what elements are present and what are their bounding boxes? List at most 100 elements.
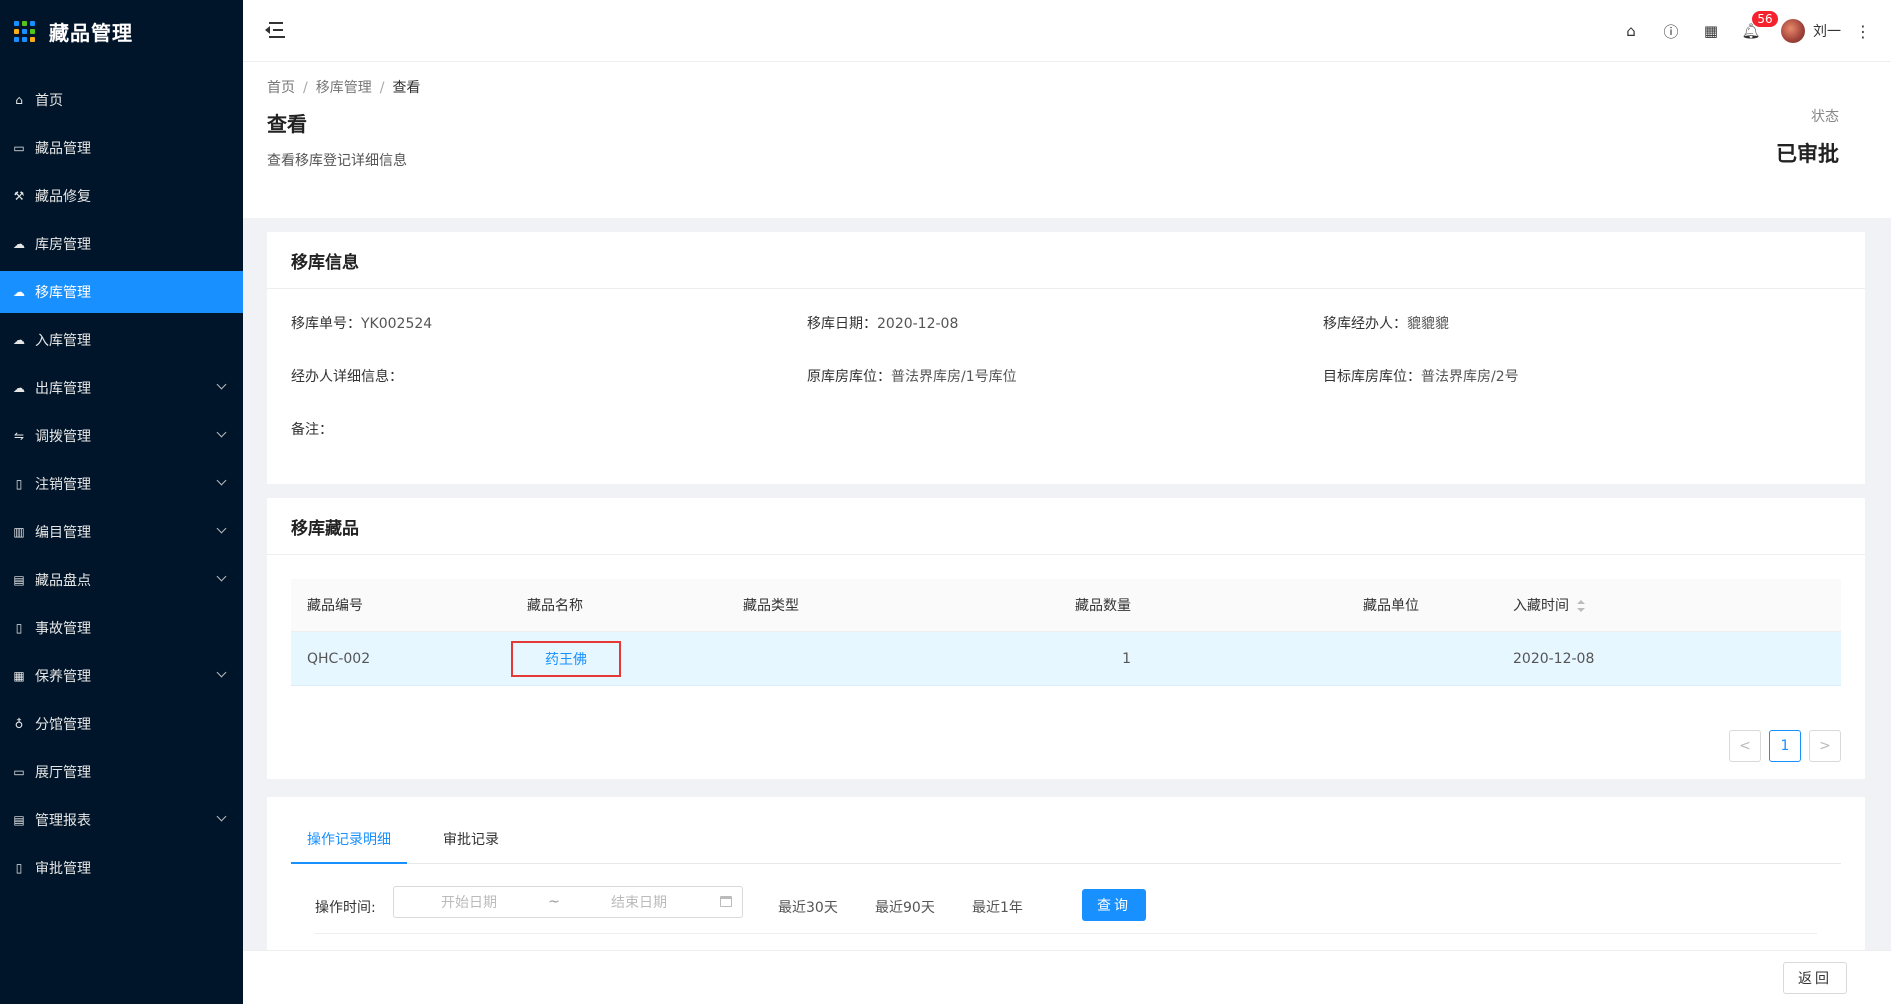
apps-grid-icon [14, 20, 35, 42]
report-icon: ▤ [13, 813, 25, 827]
col-quantity: 藏品数量 [1075, 598, 1131, 614]
menu-fold-icon[interactable] [265, 22, 285, 38]
back-button[interactable]: 返回 [1783, 962, 1847, 994]
page-title: 查看 [267, 112, 307, 136]
chevron-down-icon[interactable] [216, 571, 227, 582]
sidebar-item-label: 分馆管理 [35, 717, 91, 733]
table-header: 藏品编号 藏品名称 藏品类型 藏品数量 藏品单位 入藏时间 [291, 579, 1841, 632]
sidebar-item-1[interactable]: ▭ 藏品管理 [0, 127, 243, 169]
quick-1-year[interactable]: 最近1年 [972, 897, 1023, 917]
transfer-info-card: 移库信息 移库单号：YK002524 移库日期：2020-12-08 移库经办人：貔… [267, 232, 1865, 484]
range-separator: ~ [548, 894, 560, 910]
quick-90-days[interactable]: 最近90天 [875, 897, 935, 917]
end-date-input[interactable]: 结束日期 [564, 892, 714, 912]
sidebar-item-0[interactable]: ⌂ 首页 [0, 79, 243, 121]
breadcrumb-transfer[interactable]: 移库管理 [316, 80, 372, 96]
chevron-down-icon[interactable] [216, 811, 227, 822]
info-field-3: 经办人详细信息： [291, 366, 807, 389]
apps-icon[interactable]: ▦ [1691, 0, 1731, 62]
sidebar-item-label: 编目管理 [35, 525, 91, 541]
breadcrumb-current: 查看 [392, 80, 421, 96]
info-field-label: 移库日期： [807, 316, 877, 332]
bell-icon[interactable]: 🔔︎ 56 [1731, 0, 1779, 62]
cell-quantity: 1 [1122, 650, 1131, 667]
info-field-label: 目标库房库位： [1323, 369, 1421, 385]
sidebar-menu: ⌂ 首页 ▭ 藏品管理 ⚒ 藏品修复 ☁ 库房管理 ☁ 移库管理 ☁ 入库管理 ☁ 出库管理 ⇋ 调拨管理 ▯ 注… [0, 79, 243, 889]
user-menu[interactable]: 刘一 ⋮ [1781, 19, 1871, 43]
home-icon[interactable]: ⌂ [1611, 0, 1651, 62]
cluster-icon: ♁ [14, 717, 24, 731]
start-date-input[interactable]: 开始日期 [394, 892, 544, 912]
sidebar-item-label: 藏品修复 [35, 189, 91, 205]
sidebar-item-5[interactable]: ☁ 入库管理 [0, 319, 243, 361]
records-tabs: 操作记录明细 审批记录 [291, 817, 1841, 864]
sidebar-item-label: 注销管理 [35, 477, 91, 493]
cloud-icon: ☁ [13, 237, 25, 251]
calendar-icon[interactable] [720, 896, 732, 907]
info-field-value: 普法界库房/1号库位 [891, 369, 1017, 385]
help-icon[interactable]: ⓘ [1651, 0, 1691, 62]
sidebar-item-12[interactable]: ▦ 保养管理 [0, 655, 243, 697]
page-1-button[interactable]: 1 [1769, 730, 1801, 762]
bank-icon: ▦ [13, 669, 25, 683]
calendar-icon: ▭ [13, 141, 25, 155]
chevron-down-icon[interactable] [216, 667, 227, 678]
col-date-label: 入藏时间 [1513, 598, 1569, 614]
logo[interactable]: 藏品管理 [0, 0, 243, 62]
sidebar-item-14[interactable]: ▭ 展厅管理 [0, 751, 243, 793]
cloud-icon: ☁ [13, 285, 25, 299]
sidebar-item-label: 出库管理 [35, 381, 91, 397]
sidebar-item-13[interactable]: ♁ 分馆管理 [0, 703, 243, 745]
sidebar-item-9[interactable]: ▥ 编目管理 [0, 511, 243, 553]
chevron-down-icon[interactable] [216, 523, 227, 534]
query-button[interactable]: 查询 [1082, 889, 1146, 921]
chevron-down-icon[interactable] [216, 475, 227, 486]
col-type: 藏品类型 [743, 598, 799, 614]
date-range-picker[interactable]: 开始日期 ~ 结束日期 [393, 886, 743, 918]
file-icon: ▯ [15, 477, 23, 491]
sidebar-item-11[interactable]: ▯ 事故管理 [0, 607, 243, 649]
page-description: 查看移库登记详细信息 [267, 153, 407, 169]
sidebar-item-3[interactable]: ☁ 库房管理 [0, 223, 243, 265]
avatar [1781, 19, 1805, 43]
sidebar-item-16[interactable]: ▯ 审批管理 [0, 847, 243, 889]
sidebar-item-label: 调拨管理 [35, 429, 91, 445]
sidebar-item-7[interactable]: ⇋ 调拨管理 [0, 415, 243, 457]
col-date[interactable]: 入藏时间 [1435, 595, 1841, 615]
sidebar-item-2[interactable]: ⚒ 藏品修复 [0, 175, 243, 217]
sidebar-item-10[interactable]: ▤ 藏品盘点 [0, 559, 243, 601]
collection-title: 移库藏品 [267, 498, 1865, 555]
sidebar: 藏品管理 ⌂ 首页 ▭ 藏品管理 ⚒ 藏品修复 ☁ 库房管理 ☁ 移库管理 ☁ 入库管理 ☁ 出库管理 ⇋ 调… [0, 0, 243, 1004]
prev-page-button[interactable]: < [1729, 730, 1761, 762]
tab-operation-records[interactable]: 操作记录明细 [291, 829, 407, 864]
info-field-value: 普法界库房/2号 [1421, 369, 1519, 385]
sidebar-item-label: 藏品管理 [35, 141, 91, 157]
sort-icon[interactable] [1577, 600, 1585, 612]
chevron-down-icon[interactable] [216, 379, 227, 390]
sidebar-item-8[interactable]: ▯ 注销管理 [0, 463, 243, 505]
next-page-button[interactable]: > [1809, 730, 1841, 762]
sidebar-item-15[interactable]: ▤ 管理报表 [0, 799, 243, 841]
sidebar-item-6[interactable]: ☁ 出库管理 [0, 367, 243, 409]
breadcrumb-home[interactable]: 首页 [267, 80, 295, 96]
chevron-down-icon[interactable] [216, 427, 227, 438]
table-row[interactable]: QHC-002 药王佛 1 2020-12-08 [291, 632, 1841, 686]
header-tools: ⌂ ⓘ ▦ 🔔︎ 56 刘一 ⋮ [1611, 0, 1891, 62]
info-field-label: 经办人详细信息： [291, 369, 403, 385]
info-field-4: 原库房库位：普法界库房/1号库位 [807, 366, 1323, 389]
quick-30-days[interactable]: 最近30天 [778, 897, 838, 917]
laptop-icon: ▭ [13, 765, 25, 779]
tab-approval-records[interactable]: 审批记录 [427, 829, 515, 863]
info-field-value: 2020-12-08 [877, 316, 959, 332]
audit-icon: ▯ [15, 861, 23, 875]
sidebar-item-4[interactable]: ☁ 移库管理 [0, 271, 243, 313]
notification-badge: 56 [1751, 10, 1779, 28]
item-name-link[interactable]: 药王佛 [511, 640, 621, 677]
info-field-label: 移库单号： [291, 316, 361, 332]
sidebar-item-label: 保养管理 [35, 669, 91, 685]
sidebar-item-label: 首页 [35, 93, 63, 109]
info-field-0: 移库单号：YK002524 [291, 313, 807, 336]
status-label: 状态 [1811, 109, 1839, 125]
records-card: 操作记录明细 审批记录 操作时间: 开始日期 ~ 结束日期 最近30天 最近90… [267, 797, 1865, 950]
more-vertical-icon[interactable]: ⋮ [1855, 22, 1871, 41]
